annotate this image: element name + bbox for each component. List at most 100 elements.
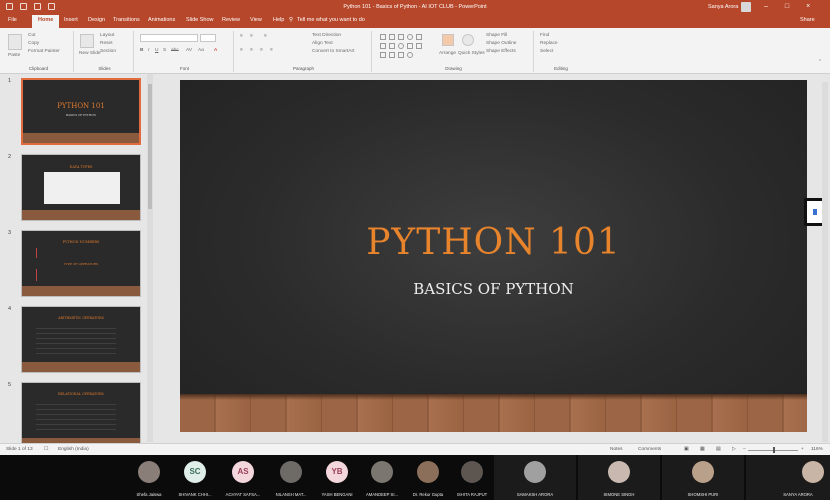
tab-animations[interactable]: Animations — [148, 17, 175, 23]
notes-button[interactable]: Notes — [610, 447, 623, 452]
minimize-button[interactable]: – — [764, 3, 768, 10]
layout-button[interactable]: Layout — [100, 33, 114, 38]
font-family-box[interactable] — [140, 34, 198, 42]
tab-insert[interactable]: Insert — [64, 17, 78, 23]
language-indicator[interactable]: English (India) — [58, 447, 89, 452]
participant-tile[interactable]: YB YASH BENGANI — [316, 455, 358, 500]
shape-outline-button[interactable]: Shape Outline — [486, 41, 516, 46]
indent-icon[interactable]: ≡ — [264, 34, 267, 39]
slide-title[interactable]: PYTHON 101 — [180, 222, 807, 263]
drawing-group: Arrange Quick Styles Shape Fill Shape Ou… — [374, 31, 534, 72]
zoom-in-icon[interactable]: + — [801, 447, 804, 452]
slide-thumbnail-5[interactable]: RELATIONAL OPERATORS — [21, 382, 141, 449]
tab-review[interactable]: Review — [222, 17, 240, 23]
close-button[interactable]: × — [806, 3, 810, 10]
bold-icon[interactable]: B — [140, 48, 143, 53]
spellcheck-icon[interactable]: ☐ — [44, 447, 48, 452]
bullets-icon[interactable]: ≡ — [240, 34, 243, 39]
reading-view-icon[interactable]: ▤ — [716, 447, 721, 452]
font-size-box[interactable] — [200, 34, 216, 42]
shape-effects-button[interactable]: Shape Effects — [486, 49, 516, 54]
align-right-icon[interactable]: ≡ — [260, 48, 263, 53]
tab-slide-show[interactable]: Slide Show — [186, 17, 214, 23]
tab-file[interactable]: File — [8, 17, 17, 23]
clipboard-group: Paste Cut Copy Format Painter Clipboard — [4, 31, 74, 72]
quick-styles-button[interactable]: Quick Styles — [458, 51, 485, 56]
slide-thumbnail-2[interactable]: DATA TYPES — [21, 154, 141, 221]
convert-smartart-button[interactable]: Convert to SmartArt — [312, 49, 354, 54]
new-slide-icon[interactable] — [80, 34, 94, 48]
format-painter-button[interactable]: Format Painter — [28, 49, 60, 54]
user-name[interactable]: Sanya Arora — [708, 4, 738, 10]
section-button[interactable]: Section — [100, 49, 116, 54]
participant-name: SANYA ARORA — [783, 492, 813, 497]
participant-tile[interactable]: Shefa Jaiswa — [128, 455, 170, 500]
current-slide[interactable]: PYTHON 101 BASICS OF PYTHON — [180, 80, 807, 432]
quick-styles-icon[interactable] — [462, 34, 474, 46]
font-color-icon[interactable]: A — [214, 48, 217, 53]
tab-home[interactable]: Home — [32, 15, 60, 28]
numbering-icon[interactable]: ≡ — [250, 34, 253, 39]
paste-button[interactable]: Paste — [8, 53, 20, 58]
align-text-button[interactable]: Align Text — [312, 41, 333, 46]
reset-button[interactable]: Reset — [100, 41, 113, 46]
slide-sorter-icon[interactable]: ▦ — [700, 447, 705, 452]
editing-group: Find Replace Select Editing — [536, 31, 586, 72]
collapse-ribbon-icon[interactable]: ⌃ — [818, 60, 822, 65]
status-bar: Slide 1 of 13 ☐ English (India) Notes Co… — [0, 443, 830, 455]
participant-tile[interactable]: AS ACHYAT SAFSA... — [220, 455, 266, 500]
copy-button[interactable]: Copy — [28, 41, 39, 46]
comments-button[interactable]: Comments — [638, 447, 661, 452]
strikethrough-icon[interactable]: abc — [171, 48, 179, 53]
tab-transitions[interactable]: Transitions — [113, 17, 140, 23]
shapes-gallery[interactable] — [380, 34, 436, 60]
participant-tile[interactable]: SAMAKSH ARORA — [494, 455, 576, 500]
shape-fill-button[interactable]: Shape Fill — [486, 33, 507, 38]
zoom-level[interactable]: 116% — [811, 447, 823, 452]
zoom-slider-knob[interactable] — [773, 447, 775, 453]
slideshow-view-icon[interactable]: ▷ — [732, 447, 736, 452]
participant-tile[interactable]: SIMONE SINGH — [578, 455, 660, 500]
spacing-icon[interactable]: AV — [186, 48, 192, 53]
avatar[interactable] — [741, 2, 751, 12]
participant-tile[interactable]: Dr. Rekur Gupta — [406, 455, 450, 500]
tab-view[interactable]: View — [250, 17, 262, 23]
find-button[interactable]: Find — [540, 33, 549, 38]
lightbulb-icon: ⚲ — [289, 17, 294, 23]
cut-button[interactable]: Cut — [28, 33, 35, 38]
paste-icon[interactable] — [8, 34, 22, 50]
slide-thumbnail-3[interactable]: PYTHON NUMBERS TYPE OF OPERATORS — [21, 230, 141, 297]
participant-tile[interactable]: ISHITA RAJPUT — [452, 455, 492, 500]
participant-tile[interactable]: SHOMSHI PURI — [662, 455, 744, 500]
italic-icon[interactable]: I — [148, 48, 149, 53]
share-button[interactable]: Share — [800, 17, 815, 23]
tab-design[interactable]: Design — [88, 17, 105, 23]
zoom-out-icon[interactable]: − — [743, 447, 746, 452]
participant-tile[interactable]: NILANSH MAT... — [268, 455, 314, 500]
slide-subtitle[interactable]: BASICS OF PYTHON — [180, 280, 807, 298]
shadow-icon[interactable]: S — [163, 48, 166, 53]
tab-help[interactable]: Help — [273, 17, 284, 23]
normal-view-icon[interactable]: ▣ — [684, 447, 689, 452]
text-direction-button[interactable]: Text Direction — [312, 33, 341, 38]
restore-button[interactable]: □ — [785, 3, 789, 10]
change-case-icon[interactable]: Aa — [198, 48, 204, 53]
select-button[interactable]: Select — [540, 49, 553, 54]
arrange-button[interactable]: Arrange — [439, 51, 456, 56]
justify-icon[interactable]: ≡ — [270, 48, 273, 53]
participant-tile[interactable]: AMANDEEP SI... — [360, 455, 404, 500]
slide-thumbnail-4[interactable]: ARITHMETIC OPERATORS — [21, 306, 141, 373]
participant-tile[interactable]: SANYA ARORA — [746, 455, 830, 500]
tell-me-search[interactable]: Tell me what you want to do — [297, 17, 365, 23]
new-slide-button[interactable]: New Slide — [79, 51, 101, 56]
scrollbar-thumb[interactable] — [148, 84, 152, 209]
participant-tile[interactable]: SC SHIVANK CHHI... — [174, 455, 216, 500]
align-center-icon[interactable]: ≡ — [250, 48, 253, 53]
replace-button[interactable]: Replace — [540, 41, 558, 46]
underline-icon[interactable]: U — [155, 48, 158, 53]
slide-thumbnail-1[interactable]: PYTHON 101 BASICS OF PYTHON — [21, 78, 141, 145]
align-left-icon[interactable]: ≡ — [240, 48, 243, 53]
participant-name: SAMAKSH ARORA — [516, 492, 554, 497]
canvas-scrollbar[interactable] — [822, 82, 828, 442]
arrange-icon[interactable] — [442, 34, 454, 46]
